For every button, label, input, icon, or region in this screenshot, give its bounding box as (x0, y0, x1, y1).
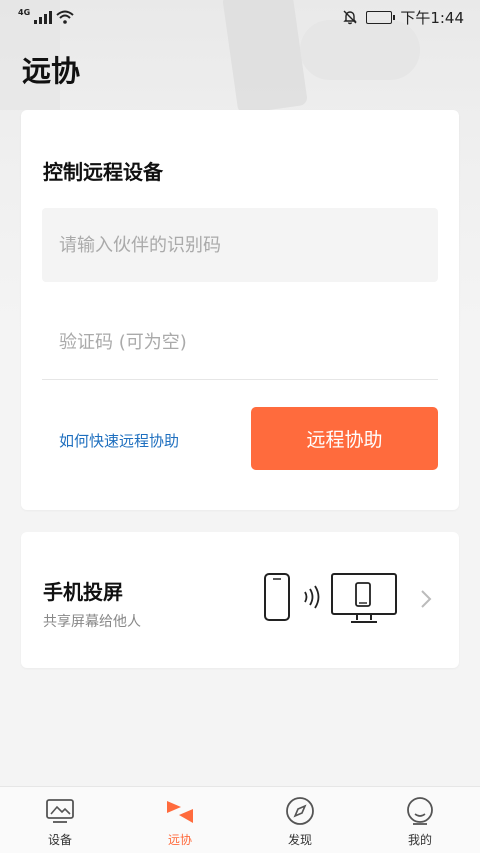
remote-control-card: 控制远程设备 如何快速远程协助 远程协助 (21, 110, 459, 510)
tab-discover[interactable]: 发现 (240, 787, 360, 853)
profile-icon (404, 795, 436, 827)
bottom-tab-bar: 设备 远协 发现 我的 (0, 786, 480, 853)
network-type: 4G (18, 7, 31, 17)
tab-label: 设备 (47, 833, 72, 847)
cast-card-subtitle: 共享屏幕给他人 (43, 614, 141, 630)
mute-bell-icon (343, 10, 358, 25)
tab-label: 发现 (287, 833, 312, 847)
tab-label: 我的 (407, 833, 432, 847)
signal-icon (34, 10, 53, 24)
battery-icon (366, 10, 396, 24)
compass-icon (284, 795, 316, 827)
tab-devices[interactable]: 设备 (0, 787, 120, 853)
partner-id-input[interactable] (42, 208, 438, 282)
wifi-icon (56, 10, 74, 24)
screen-cast-card[interactable]: 手机投屏 共享屏幕给他人 (21, 532, 459, 668)
help-link[interactable]: 如何快速远程协助 (59, 430, 179, 451)
remote-assist-icon (164, 795, 196, 827)
remote-card-title: 控制远程设备 (43, 160, 163, 184)
cast-card-title: 手机投屏 (43, 580, 123, 604)
status-bar: 4G 下午1:44 (0, 0, 480, 34)
phone-to-monitor-icon (264, 573, 397, 623)
status-time: 下午1:44 (400, 8, 464, 27)
page-title: 远协 (22, 54, 81, 88)
tab-profile[interactable]: 我的 (360, 787, 480, 853)
verify-code-input[interactable] (42, 306, 438, 380)
chevron-right-icon (421, 590, 432, 608)
tab-label: 远协 (167, 833, 192, 847)
tab-remote-assist[interactable]: 远协 (120, 787, 240, 853)
remote-assist-button[interactable]: 远程协助 (251, 407, 438, 470)
device-icon (44, 795, 76, 827)
